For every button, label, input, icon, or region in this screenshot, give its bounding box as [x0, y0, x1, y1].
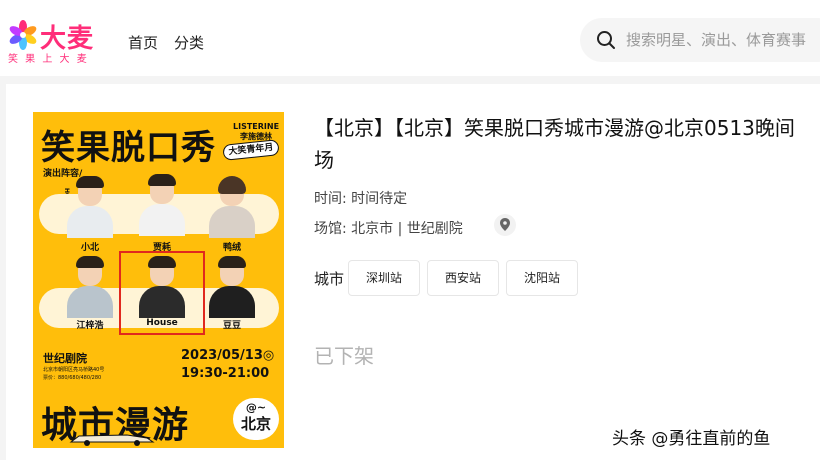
poster-price: 票价：880/680/480/280 — [43, 375, 102, 381]
highlight-box — [119, 251, 205, 335]
search-bar[interactable] — [580, 18, 820, 62]
logo-slogan: 笑 果 上 大 麦 — [8, 54, 89, 65]
event-poster: 笑果脱口秀 LISTERINE 李施德林 大笑青年月 演出阵容/ HOST 小北… — [33, 112, 284, 448]
event-title: 【北京】【北京】笑果脱口秀城市漫游@北京0513晚间场 — [314, 116, 795, 172]
search-icon[interactable] — [596, 30, 616, 50]
nav-home[interactable]: 首页 — [128, 32, 158, 53]
poster-date-suffix: ◎ — [262, 348, 275, 363]
performer-photo — [139, 174, 185, 236]
poster-venue: 世纪剧院 — [43, 352, 87, 365]
performer-name: 江梓浩 — [76, 321, 104, 331]
city-option-shenyang[interactable]: 沈阳站 — [506, 260, 578, 296]
search-input[interactable] — [626, 30, 820, 50]
poster-brand-en: LISTERINE — [233, 122, 280, 131]
performer-photo — [209, 176, 255, 238]
poster-city-badge: @~ 北京 — [233, 398, 279, 440]
performer-photo — [67, 176, 113, 238]
event-venue: 场馆: 北京市 | 世纪剧院 — [314, 221, 463, 237]
location-pin-icon[interactable] — [494, 214, 516, 236]
performer-photo — [209, 256, 255, 318]
damai-logo[interactable]: 大麦 笑 果 上 大 麦 — [6, 18, 96, 65]
city-option-xian[interactable]: 西安站 — [427, 260, 499, 296]
performer-name: 鸭绒 — [222, 243, 241, 253]
poster-city-name: 北京 — [240, 415, 271, 433]
car-illustration — [69, 434, 155, 446]
top-header: 大麦 笑 果 上 大 麦 首页 分类 — [0, 0, 820, 76]
performer-photo — [67, 256, 113, 318]
poster-time: 19:30-21:00 — [181, 366, 270, 381]
poster-city-at: @~ — [245, 401, 267, 414]
event-time: 时间: 时间待定 — [314, 191, 408, 207]
watermark: 头条 @勇往直前的鱼 — [612, 429, 771, 449]
poster-address: 北京市朝阳区亮马桥路40号 — [43, 367, 105, 373]
status-off-shelf: 已下架 — [314, 344, 374, 368]
poster-date-value: 2023/05/13 — [181, 348, 263, 363]
flower-logo-icon — [9, 20, 37, 50]
nav-category[interactable]: 分类 — [174, 32, 204, 53]
poster-date: 2023/05/13◎ — [181, 348, 274, 363]
poster-address-block: 北京市朝阳区亮马桥路40号 票价：880/680/480/280 — [43, 366, 104, 382]
performer-name: 小北 — [80, 243, 99, 253]
city-label: 城市 — [314, 270, 345, 288]
performer-name: 豆豆 — [222, 321, 241, 331]
poster-title: 笑果脱口秀 — [41, 128, 216, 168]
city-option-shenzhen[interactable]: 深圳站 — [348, 260, 420, 296]
poster-badge: 大笑青年月 — [222, 139, 280, 161]
